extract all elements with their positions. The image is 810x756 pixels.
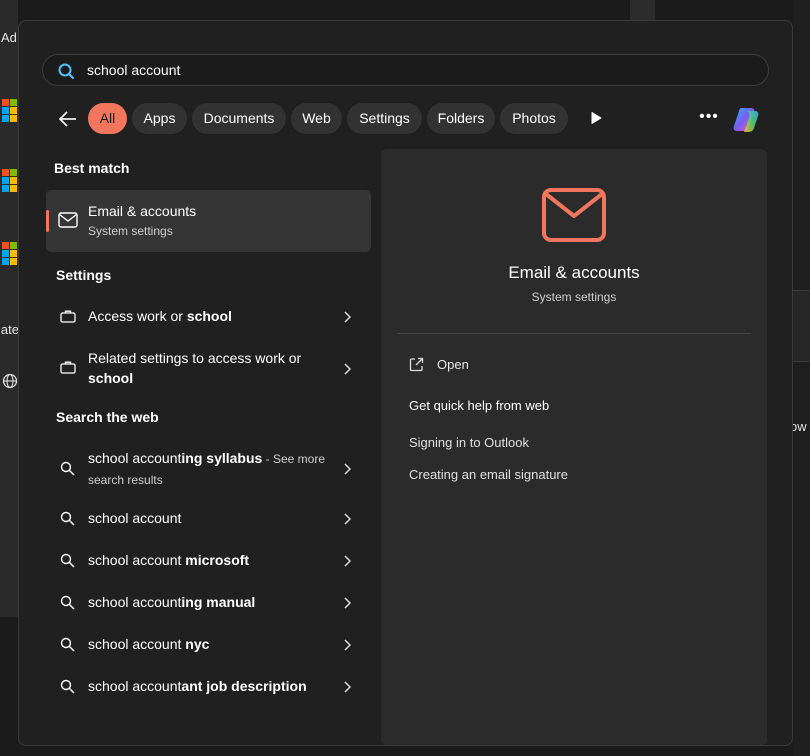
chevron-right-icon — [344, 555, 351, 567]
help-link-outlook[interactable]: Signing in to Outlook — [409, 435, 529, 450]
back-arrow-icon[interactable] — [57, 109, 79, 129]
background-text-top: Ad — [1, 30, 17, 45]
web-result[interactable]: school accounting manual — [46, 587, 371, 619]
result-label: school account microsoft — [88, 550, 328, 570]
web-result[interactable]: school accounting syllabus - See more se… — [46, 447, 371, 491]
result-label-text: Related settings to access work or — [88, 350, 302, 366]
result-label-text: school account — [88, 510, 182, 526]
open-external-icon — [409, 357, 424, 372]
globe-icon — [2, 373, 18, 389]
search-web-heading: Search the web — [56, 409, 159, 425]
briefcase-icon — [60, 310, 76, 323]
filter-settings[interactable]: Settings — [347, 103, 422, 134]
open-action[interactable]: Open — [409, 357, 469, 377]
search-icon — [60, 595, 75, 610]
search-input[interactable] — [87, 59, 687, 81]
web-result[interactable]: school account nyc — [46, 629, 371, 661]
result-label-match: ant job description — [181, 678, 307, 694]
settings-result-access-work[interactable]: Access work or school — [46, 301, 371, 333]
result-label: Related settings to access work or schoo… — [88, 348, 328, 388]
filter-all[interactable]: All — [88, 103, 127, 134]
preview-subtitle: System settings — [531, 290, 617, 304]
search-icon — [58, 63, 75, 80]
divider — [397, 333, 751, 334]
mail-icon — [58, 212, 78, 228]
preview-pane: Email & accounts System settings Open Ge… — [381, 149, 767, 745]
chevron-right-icon — [344, 597, 351, 609]
background-text-mid: late — [0, 322, 19, 337]
filter-folders[interactable]: Folders — [427, 103, 495, 134]
filter-photos[interactable]: Photos — [500, 103, 568, 134]
result-label: Access work or school — [88, 306, 328, 326]
web-result[interactable]: school account — [46, 503, 371, 535]
chevron-right-icon — [344, 513, 351, 525]
briefcase-icon — [60, 361, 76, 374]
best-match-heading: Best match — [54, 160, 130, 176]
best-match-subtitle: System settings — [88, 224, 173, 238]
chevron-right-icon — [344, 311, 351, 323]
result-label-text: Access work or — [88, 308, 187, 324]
result-label-match: microsoft — [181, 552, 250, 568]
best-match-title: Email & accounts — [88, 203, 197, 219]
chevron-right-icon — [344, 681, 351, 693]
open-label: Open — [437, 357, 469, 372]
search-box[interactable] — [42, 54, 769, 86]
app-tile-icon — [0, 165, 18, 205]
more-options-icon[interactable]: ••• — [699, 109, 719, 126]
search-icon — [60, 511, 75, 526]
help-link-signature[interactable]: Creating an email signature — [409, 467, 568, 482]
app-tile-icon — [0, 238, 18, 278]
search-icon — [60, 637, 75, 652]
result-label: school accounting syllabus - See more se… — [88, 448, 328, 490]
settings-heading: Settings — [56, 267, 112, 283]
chevron-right-icon — [344, 639, 351, 651]
result-label-text: school account — [88, 636, 182, 652]
result-label: school account — [88, 508, 328, 528]
best-match-result[interactable]: Email & accounts System settings — [46, 190, 371, 252]
background-window-right — [793, 0, 810, 756]
background-window-top — [630, 0, 655, 22]
copilot-icon[interactable] — [732, 104, 762, 134]
result-label-text: school account — [88, 552, 182, 568]
search-icon — [60, 679, 75, 694]
background-window-left — [0, 0, 18, 617]
search-icon — [60, 461, 75, 476]
filter-documents[interactable]: Documents — [192, 103, 286, 134]
result-label: school accountant job description — [88, 676, 328, 696]
chevron-right-icon — [344, 363, 351, 375]
search-icon — [60, 553, 75, 568]
settings-result-related[interactable]: Related settings to access work or schoo… — [46, 347, 371, 391]
result-label-match: ing syllabus — [181, 450, 263, 466]
result-label-text: school account — [88, 594, 182, 610]
result-label: school account nyc — [88, 634, 328, 654]
mail-icon — [542, 188, 606, 242]
chevron-right-icon — [344, 463, 351, 475]
result-label-match: nyc — [181, 636, 210, 652]
selection-indicator — [46, 210, 49, 232]
start-search-window: All Apps Documents Web Settings Folders … — [18, 20, 793, 746]
app-tile-icon — [0, 95, 18, 135]
web-result[interactable]: school accountant job description — [46, 671, 371, 703]
result-label-match: ing manual — [181, 594, 256, 610]
play-icon[interactable] — [589, 111, 603, 125]
result-label: school accounting manual — [88, 592, 328, 612]
filter-web[interactable]: Web — [291, 103, 342, 134]
result-label-text: school account — [88, 450, 182, 466]
result-label-match: school — [88, 370, 134, 386]
background-card-right — [793, 290, 810, 362]
help-heading: Get quick help from web — [409, 398, 550, 413]
result-label-text: school account — [88, 678, 182, 694]
preview-title: Email & accounts — [508, 263, 640, 282]
result-label-match: school — [186, 308, 232, 324]
web-result[interactable]: school account microsoft — [46, 545, 371, 577]
filter-apps[interactable]: Apps — [132, 103, 187, 134]
